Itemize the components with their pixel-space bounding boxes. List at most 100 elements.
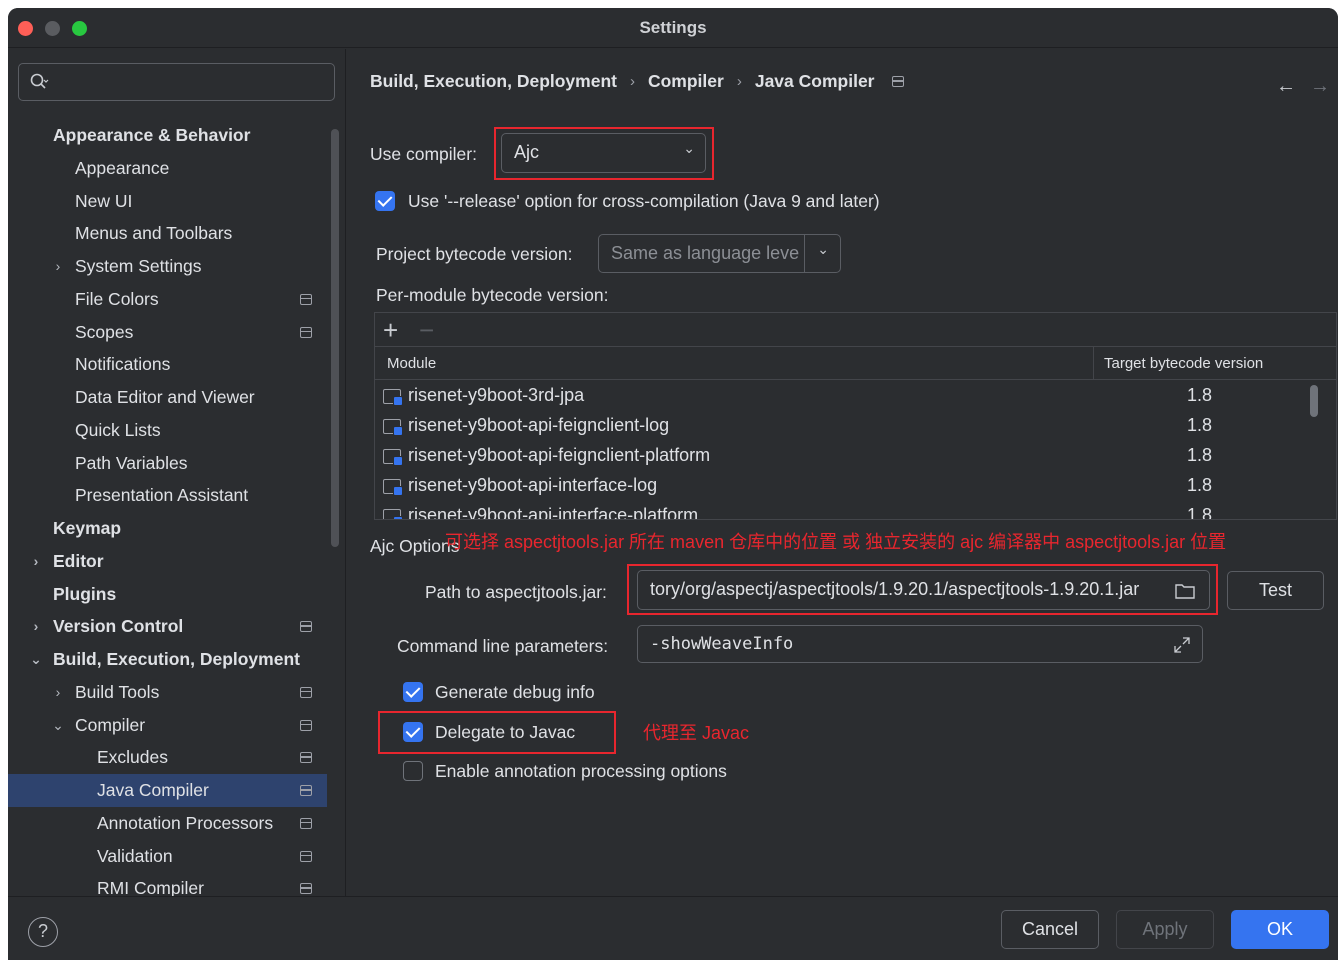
sidebar-item[interactable]: ⌄ Compiler [8, 709, 327, 742]
generate-debug-label: Generate debug info [435, 682, 595, 702]
sidebar-item[interactable]: › Version Control [8, 610, 327, 643]
project-bytecode-value: Same as language leve [611, 243, 800, 263]
table-row[interactable]: risenet-y9boot-api-interface-platform 1.8 [375, 501, 1305, 519]
expand-icon[interactable] [1172, 635, 1192, 655]
chevron-right-icon: › [736, 73, 742, 90]
module-folder-icon [383, 479, 403, 496]
search-icon [30, 73, 49, 89]
add-icon[interactable]: + [383, 315, 398, 346]
test-button[interactable]: Test [1227, 571, 1324, 610]
chevron-right-icon[interactable]: › [51, 685, 65, 699]
sidebar-item[interactable]: Appearance & Behavior [8, 119, 327, 152]
sidebar-item-label: Version Control [53, 616, 184, 637]
annotation-processing-checkbox[interactable] [403, 761, 423, 781]
breadcrumb-item-java-compiler: Java Compiler [754, 71, 875, 91]
chevron-down-icon[interactable]: ⌄ [29, 652, 43, 666]
sidebar-item[interactable]: › System Settings [8, 250, 327, 283]
sidebar-item[interactable]: › Build Tools [8, 676, 327, 709]
settings-search-input[interactable] [18, 63, 335, 101]
sidebar-item-label: Build Tools [75, 681, 160, 702]
sidebar-item-label: Appearance & Behavior [53, 125, 251, 145]
generate-debug-checkbox[interactable] [403, 682, 423, 702]
sidebar-item[interactable]: Plugins [8, 578, 327, 611]
remove-icon[interactable]: − [419, 315, 434, 346]
sidebar-item[interactable]: Keymap [8, 512, 327, 545]
sidebar-item[interactable]: Path Variables [8, 447, 327, 480]
apply-button[interactable]: Apply [1116, 910, 1214, 949]
use-compiler-value: Ajc [514, 142, 540, 162]
sidebar-item-label: Editor [53, 550, 104, 571]
sidebar-item-label: Compiler [75, 714, 146, 735]
table-row[interactable]: risenet-y9boot-api-interface-log 1.8 [375, 471, 1305, 501]
target-version[interactable]: 1.8 [1187, 475, 1212, 496]
module-name: risenet-y9boot-api-feignclient-platform [408, 445, 711, 465]
breadcrumb-item-build[interactable]: Build, Execution, Deployment [370, 71, 617, 92]
column-header-target[interactable]: Target bytecode version [1094, 347, 1336, 380]
sidebar-item[interactable]: Data Editor and Viewer [8, 381, 327, 414]
sidebar-item-label: Presentation Assistant [75, 485, 249, 506]
table-row[interactable]: risenet-y9boot-api-feignclient-platform 1… [375, 441, 1305, 471]
chevron-right-icon[interactable]: › [29, 554, 43, 568]
project-level-icon [300, 850, 312, 862]
sidebar-item-label: Keymap [53, 518, 122, 538]
chevron-down-icon[interactable]: ⌄ [51, 718, 65, 732]
chevron-down-icon: ⌄ [817, 241, 829, 257]
sidebar-item[interactable]: Java Compiler [8, 774, 327, 807]
project-level-icon [892, 76, 905, 87]
sidebar-item-label: Notifications [75, 354, 171, 375]
help-icon[interactable]: ? [28, 917, 58, 947]
sidebar-item[interactable]: Validation [8, 840, 327, 873]
sidebar-scrollbar[interactable] [331, 129, 339, 547]
sidebar-item[interactable]: File Colors [8, 283, 327, 316]
column-header-module[interactable]: Module [375, 347, 1094, 380]
module-name: risenet-y9boot-api-feignclient-log [408, 415, 670, 435]
sidebar-item-label: Data Editor and Viewer [75, 387, 255, 407]
project-level-icon [300, 719, 312, 731]
sidebar-item[interactable]: Menus and Toolbars [8, 217, 327, 250]
project-level-icon [300, 686, 312, 698]
sidebar-item[interactable]: Quick Lists [8, 414, 327, 447]
sidebar-item[interactable]: › Editor [8, 545, 327, 578]
sidebar-item[interactable]: Annotation Processors [8, 807, 327, 840]
table-row[interactable]: risenet-y9boot-3rd-jpa 1.8 [375, 381, 1305, 411]
target-version[interactable]: 1.8 [1187, 505, 1212, 519]
sidebar-item[interactable]: Scopes [8, 316, 327, 349]
sidebar-item[interactable]: Notifications [8, 348, 327, 381]
delegate-javac-label: Delegate to Javac [435, 722, 576, 742]
table-scrollbar[interactable] [1310, 385, 1318, 417]
chevron-right-icon[interactable]: › [29, 619, 43, 633]
sidebar-item-label: Plugins [53, 583, 117, 604]
per-module-label: Per-module bytecode version: [376, 285, 609, 305]
sidebar-item-label: Quick Lists [75, 419, 161, 440]
combo-divider [804, 235, 805, 272]
delegate-javac-checkbox[interactable] [403, 722, 423, 742]
settings-sidebar: Appearance & Behavior Appearance New UI Men… [8, 49, 346, 898]
command-line-input[interactable]: -showWeaveInfo [637, 625, 1203, 663]
cancel-button[interactable]: Cancel [1001, 910, 1099, 949]
sidebar-item[interactable]: Appearance [8, 152, 327, 185]
ok-button[interactable]: OK [1231, 910, 1329, 949]
aspectjtools-path-input[interactable]: tory/org/aspectj/aspectjtools/1.9.20.1/a… [637, 570, 1210, 610]
sidebar-item[interactable]: Presentation Assistant [8, 479, 327, 512]
use-compiler-select[interactable]: Ajc ⌄ [501, 133, 706, 173]
table-row[interactable]: risenet-y9boot-api-feignclient-log 1.8 [375, 411, 1305, 441]
chevron-right-icon[interactable]: › [51, 259, 65, 273]
release-option-checkbox[interactable] [375, 191, 395, 211]
project-level-icon [300, 752, 312, 764]
settings-content: Build, Execution, Deployment › Compiler … [347, 49, 1338, 896]
sidebar-item[interactable]: Excludes [8, 741, 327, 774]
project-bytecode-select[interactable]: Same as language leve ⌄ [598, 234, 841, 273]
sidebar-item[interactable]: ⌄ Build, Execution, Deployment [8, 643, 327, 676]
path-annotation-note: 可选择 aspectjtools.jar 所在 maven 仓库中的位置 或 独… [445, 532, 1227, 552]
forward-arrow-icon[interactable]: → [1310, 75, 1330, 98]
back-arrow-icon[interactable]: ← [1276, 75, 1296, 98]
target-version[interactable]: 1.8 [1187, 415, 1212, 436]
sidebar-item[interactable]: New UI [8, 185, 327, 218]
sidebar-item-label: Annotation Processors [97, 812, 274, 833]
folder-icon[interactable] [1175, 583, 1195, 599]
target-version[interactable]: 1.8 [1187, 385, 1212, 406]
breadcrumb-item-compiler[interactable]: Compiler [648, 71, 724, 92]
module-name: risenet-y9boot-3rd-jpa [408, 385, 585, 405]
release-option-label: Use '--release' option for cross-compila… [408, 191, 880, 211]
target-version[interactable]: 1.8 [1187, 445, 1212, 466]
